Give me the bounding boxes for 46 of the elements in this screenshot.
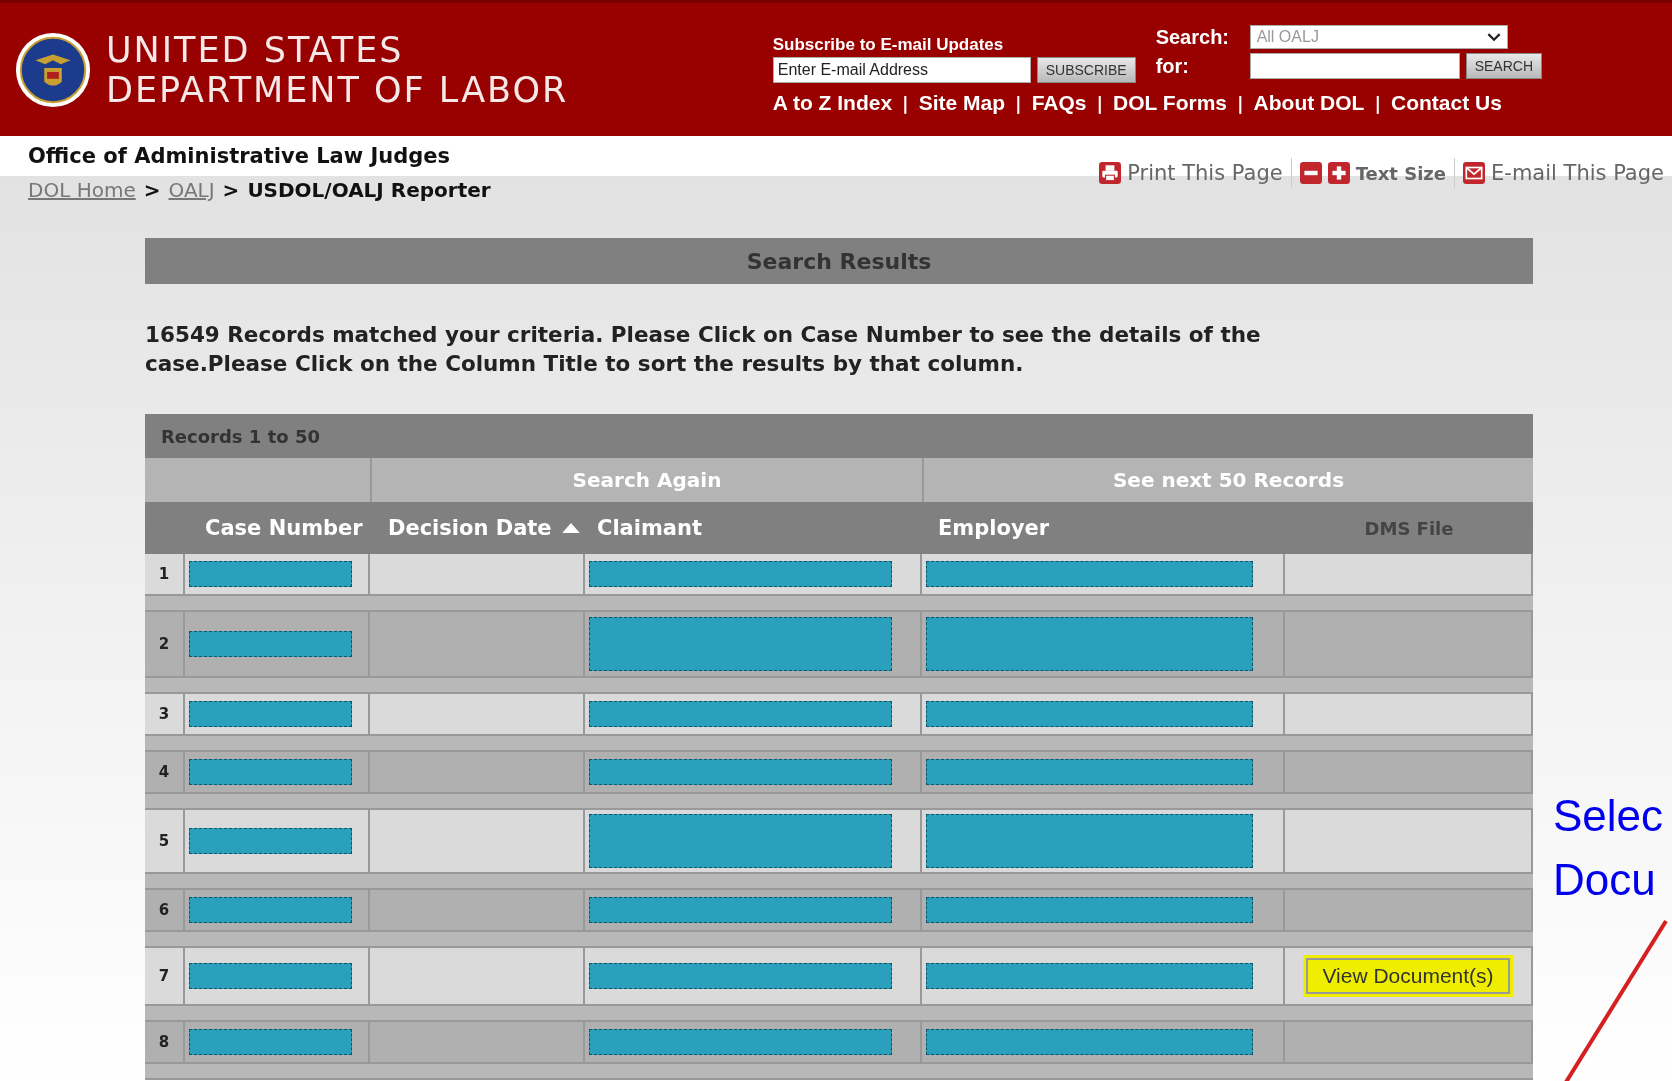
breadcrumb-separator: > [222, 178, 240, 202]
nav-link[interactable]: DOL Forms [1113, 91, 1228, 115]
minus-icon[interactable] [1299, 162, 1322, 184]
breadcrumb-separator: > [143, 178, 161, 202]
records-bar: Records 1 to 50 [145, 414, 1533, 458]
nav-link[interactable]: FAQs [1031, 91, 1087, 115]
printer-icon[interactable] [1099, 162, 1122, 184]
view-documents-button[interactable]: View Document(s) [1306, 958, 1510, 994]
results-title-bar: Search Results [145, 238, 1533, 284]
column-header[interactable]: Employer [938, 516, 1050, 540]
nav-link[interactable]: A to Z Index [772, 91, 893, 115]
nav-link[interactable]: Contact Us [1391, 91, 1502, 115]
tool-link[interactable]: Print This Page [1127, 161, 1283, 185]
tool-link[interactable]: Text Size [1355, 162, 1447, 184]
search-label: Search: [1155, 25, 1230, 49]
search-field[interactable] [1249, 53, 1460, 79]
subscribe-label: Subscribe to E-mail Updates [772, 35, 1005, 55]
tool-link[interactable]: E-mail This Page [1491, 161, 1664, 185]
breadcrumb-current: USDOL/OALJ Reporter [247, 178, 491, 202]
plus-icon[interactable] [1327, 162, 1350, 184]
for-label: for: [1155, 54, 1190, 78]
office-title: Office of Administrative Law Judges [28, 143, 452, 170]
agency-title: DEPARTMENT OF LABOR [106, 69, 569, 110]
nav-link[interactable]: Site Map [918, 91, 1006, 115]
column-header[interactable]: Decision Date [388, 516, 552, 540]
breadcrumb-link[interactable]: OALJ [168, 178, 215, 202]
seal-icon [14, 30, 92, 109]
results-summary: 16549 Records matched your criteria. Please Click on Case Number to see the details of the case.Please Click on the Column Title to sort the results by that column. [145, 321, 1262, 378]
agency-title: UNITED STATES [106, 29, 405, 70]
nav-separator: | [902, 92, 909, 114]
search-scope-dropdown[interactable]: All OALJ [1249, 25, 1508, 49]
search-button[interactable]: SEARCH [1465, 53, 1542, 79]
annotation-text: Docu [1553, 854, 1657, 906]
column-header[interactable]: Claimant [597, 516, 703, 540]
subscribe-button[interactable]: SUBSCRIBE [1036, 57, 1136, 83]
nav-separator: | [1015, 92, 1022, 114]
annotation-text: Selec [1553, 790, 1664, 842]
envelope-icon[interactable] [1463, 162, 1486, 184]
nav-separator: | [1096, 92, 1104, 114]
nav-separator: | [1374, 92, 1381, 114]
column-header[interactable]: Case Number [205, 516, 363, 540]
email-field[interactable]: Enter E-mail Address [772, 57, 1031, 83]
nav-link[interactable]: About DOL [1253, 91, 1365, 115]
breadcrumb-link[interactable]: DOL Home [28, 178, 136, 202]
nav-separator: | [1237, 92, 1244, 114]
chevron-down-icon [1486, 32, 1501, 42]
